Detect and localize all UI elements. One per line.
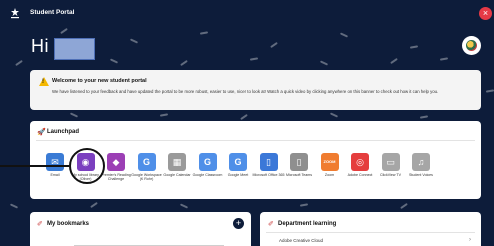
launchpad-app[interactable]: ♫ Student Voices (409, 153, 433, 189)
launchpad-app[interactable]: ▭ ClickView TV (380, 153, 402, 189)
app-label: Email (50, 173, 60, 177)
launchpad-app[interactable]: G Google Classroom (193, 153, 222, 189)
welcome-banner[interactable]: ! Welcome to your new student portal We … (30, 70, 481, 110)
banner-title: Welcome to your new student portal (52, 78, 147, 84)
launchpad-app[interactable]: ◎ Adobe Connect (348, 153, 372, 189)
rocket-icon: 🚀 (37, 129, 46, 136)
warning-mark: ! (42, 79, 44, 85)
bookmarks-title: My bookmarks (47, 221, 90, 227)
redacted-name (54, 38, 95, 60)
department-learning-panel: ✐ Department learning Adobe Creative Clo… (260, 212, 481, 246)
pencil-icon: ✐ (268, 221, 274, 228)
profile-avatar-button[interactable] (462, 36, 481, 55)
app-label: Student Voices (409, 173, 433, 177)
book-icon: ◆ (112, 157, 120, 167)
zoom-icon: ZOOM (323, 159, 336, 164)
nsw-logo-icon (11, 8, 19, 19)
greeting-text: Hi (31, 36, 49, 56)
launchpad-app[interactable]: G Google Workspace (K Rohr) (131, 153, 162, 189)
divider (266, 232, 475, 233)
launchpad-app[interactable]: G Google Meet (227, 153, 249, 189)
bookmarks-panel: ✐ My bookmarks + (30, 212, 251, 246)
launchpad-app[interactable]: ▯ Microsoft Office 365 (253, 153, 284, 189)
bookmark-icon: ✐ (37, 221, 43, 228)
app-label: Premier's Reading Challenge (101, 173, 131, 182)
avatar-icon (466, 40, 477, 51)
voices-icon: ♫ (417, 157, 425, 167)
department-learning-title: Department learning (278, 221, 337, 227)
divider (36, 140, 475, 141)
chevron-right-icon[interactable]: › (469, 237, 471, 243)
calendar-icon: ▦ (172, 157, 182, 167)
app-label: Zoom (324, 173, 335, 177)
launchpad-app[interactable]: ✉ Email (44, 153, 66, 189)
launchpad-app[interactable]: ◆ Premier's Reading Challenge (101, 153, 131, 189)
app-label: Microsoft Teams (285, 173, 313, 177)
add-bookmark-button[interactable]: + (233, 218, 244, 229)
google-workspace-icon: G (142, 157, 150, 167)
app-label: Google Classroom (192, 173, 223, 177)
banner-body: We have listened to your feedback and ha… (52, 89, 439, 94)
close-icon[interactable]: × (479, 7, 492, 20)
teams-icon: ▯ (296, 157, 302, 167)
app-label: Google Meet (227, 173, 249, 177)
app-label: ClickView TV (379, 173, 402, 177)
adobe-icon: ◎ (356, 157, 364, 167)
launchpad-app[interactable]: ZOOM Zoom (319, 153, 341, 189)
app-label: Google Workspace (K Rohr) (131, 173, 162, 182)
annotation-arrow (0, 165, 69, 167)
meet-icon: G (234, 157, 242, 167)
top-bar: Student Portal × (0, 0, 494, 24)
app-label: Google Calendar (163, 173, 191, 177)
portal-page: Student Portal × Hi ! Welcome to your ne… (0, 0, 494, 246)
app-label: Adobe Connect (347, 173, 373, 177)
office-icon: ▯ (266, 157, 271, 167)
highlight-circle (69, 148, 105, 184)
portal-title: Student Portal (30, 9, 75, 16)
launchpad-app[interactable]: ▯ Microsoft Teams (286, 153, 312, 189)
launchpad-title: Launchpad (47, 129, 80, 135)
app-label: Microsoft Office 365 (252, 173, 285, 177)
email-icon: ✉ (51, 157, 59, 167)
classroom-icon: G (203, 157, 211, 167)
department-item-adobe[interactable]: Adobe Creative Cloud (279, 238, 323, 243)
warning-icon (39, 77, 49, 86)
launchpad-app[interactable]: ▦ Google Calendar (163, 153, 191, 189)
tv-icon: ▭ (386, 157, 395, 167)
